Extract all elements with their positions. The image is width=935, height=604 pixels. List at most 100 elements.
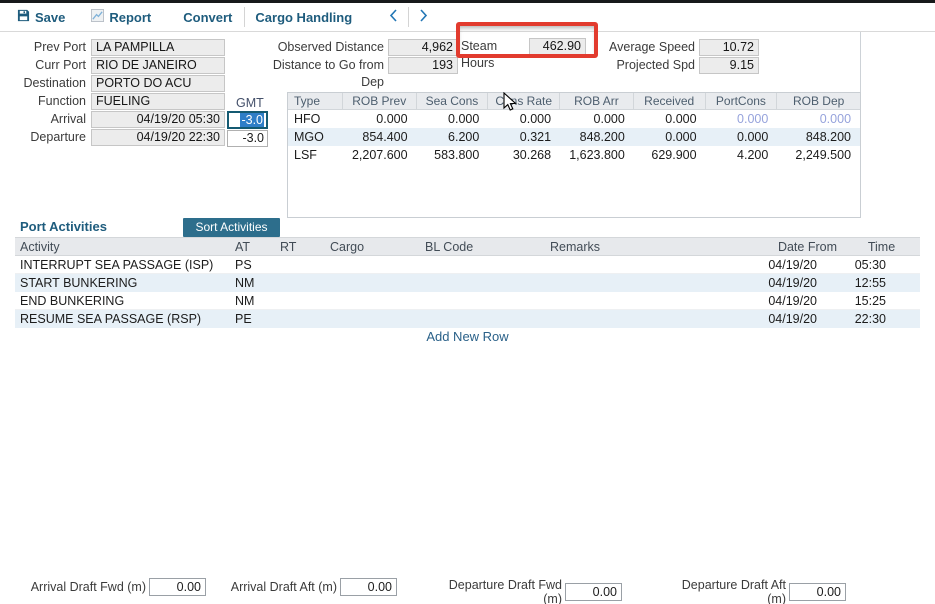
prev-page-button[interactable]	[384, 9, 402, 25]
arrival-draft-fwd-input[interactable]: 0.00	[149, 578, 206, 596]
arrival-field[interactable]: 04/19/20 05:30	[91, 111, 225, 128]
fuel-cell: 30.268	[488, 146, 560, 164]
pane-divider	[860, 32, 861, 93]
projected-spd-field[interactable]: 9.15	[699, 57, 759, 74]
report-button[interactable]: Report	[91, 9, 151, 25]
fuel-cell: 629.900	[634, 146, 706, 164]
time-cell: 22:30	[843, 310, 920, 327]
activity-cell: RESUME SEA PASSAGE (RSP)	[15, 310, 230, 327]
fuel-header-rob-dep[interactable]: ROB Dep	[777, 93, 860, 109]
distance-to-go-field[interactable]: 193	[388, 57, 458, 74]
cargo-cell	[325, 274, 420, 291]
fuel-cell: 848.200	[777, 128, 860, 146]
fuel-type: MGO	[288, 128, 343, 146]
steam-hours-group: Steam Hours 462.90	[461, 38, 586, 72]
destination-field[interactable]: PORTO DO ACU	[91, 75, 225, 92]
time-header[interactable]: Time	[843, 238, 920, 255]
fuel-header-received[interactable]: Received	[634, 93, 706, 109]
fuel-header-cons-rate[interactable]: Cons Rate	[488, 93, 560, 109]
fuel-header-rob-arr[interactable]: ROB Arr	[560, 93, 634, 109]
curr-port-label: Curr Port	[8, 57, 86, 74]
at-cell: PS	[230, 256, 275, 273]
function-row: Function FUELING	[8, 93, 225, 110]
rt-cell	[275, 274, 325, 291]
activity-row[interactable]: INTERRUPT SEA PASSAGE (ISP) PS 04/19/20 …	[15, 256, 920, 274]
port-info-form: Prev Port LA PAMPILLA Curr Port RIO DE J…	[8, 39, 225, 147]
rt-header[interactable]: RT	[275, 238, 325, 255]
save-label: Save	[35, 10, 65, 25]
fuel-cell: 854.400	[343, 128, 417, 146]
curr-port-field[interactable]: RIO DE JANEIRO	[91, 57, 225, 74]
toolbar-separator	[244, 7, 245, 27]
date-from-cell: 04/19/20	[765, 292, 843, 309]
activity-header[interactable]: Activity	[15, 238, 230, 255]
function-field[interactable]: FUELING	[91, 93, 225, 110]
departure-draft-aft-label: Departure Draft Aft (m)	[664, 578, 786, 604]
gmt-arrival-input[interactable]: -3.0	[227, 111, 268, 129]
fuel-cell: 6.200	[417, 128, 489, 146]
fuel-cell: 0.000	[706, 128, 778, 146]
fuel-header-type[interactable]: Type	[288, 93, 343, 109]
date-from-cell: 04/19/20	[765, 256, 843, 273]
fuel-row-lsf[interactable]: LSF 2,207.600 583.800 30.268 1,623.800 6…	[288, 146, 860, 164]
arrival-label: Arrival	[8, 111, 86, 128]
activities-table-header: Activity AT RT Cargo BL Code Remarks Dat…	[15, 237, 920, 256]
fuel-cell: 583.800	[417, 146, 489, 164]
fuel-cell: 0.000	[634, 128, 706, 146]
average-speed-field[interactable]: 10.72	[699, 39, 759, 56]
fuel-header-portcons[interactable]: PortCons	[706, 93, 778, 109]
add-new-row-link[interactable]: Add New Row	[15, 329, 920, 344]
observed-distance-label: Observed Distance	[262, 39, 384, 56]
fuel-row-hfo[interactable]: HFO 0.000 0.000 0.000 0.000 0.000 0.000 …	[288, 110, 860, 128]
projected-spd-group: Projected Spd 9.15	[608, 57, 759, 74]
sort-activities-button[interactable]: Sort Activities	[183, 218, 280, 237]
cargo-cell	[325, 256, 420, 273]
save-icon	[17, 9, 30, 25]
rt-cell	[275, 256, 325, 273]
date-from-cell: 04/19/20	[765, 274, 843, 291]
fuel-header-sea-cons[interactable]: Sea Cons	[417, 93, 489, 109]
date-from-header[interactable]: Date From	[765, 238, 843, 255]
observed-distance-field[interactable]: 4,962	[388, 39, 458, 56]
save-button[interactable]: Save	[17, 9, 65, 25]
toolbar: Save Report Convert Cargo Handling	[0, 3, 935, 32]
arrival-draft-fwd-label: Arrival Draft Fwd (m)	[30, 580, 146, 594]
at-header[interactable]: AT	[230, 238, 275, 255]
cargo-handling-button[interactable]: Cargo Handling	[255, 10, 352, 25]
departure-row: Departure 04/19/20 22:30	[8, 129, 225, 146]
convert-label: Convert	[183, 10, 232, 25]
fuel-cell: 4.200	[706, 146, 778, 164]
departure-draft-fwd-input[interactable]: 0.00	[565, 583, 622, 601]
gmt-departure-input[interactable]: -3.0	[227, 130, 268, 147]
steam-hours-field[interactable]: 462.90	[529, 38, 586, 55]
next-page-button[interactable]	[414, 9, 432, 25]
fuel-header-rob-prev[interactable]: ROB Prev	[343, 93, 417, 109]
destination-label: Destination	[8, 75, 86, 92]
bl-code-cell	[420, 256, 545, 273]
arrival-draft-aft-input[interactable]: 0.00	[340, 578, 397, 596]
function-label: Function	[8, 93, 86, 110]
time-cell: 05:30	[843, 256, 920, 273]
activity-row[interactable]: RESUME SEA PASSAGE (RSP) PE 04/19/20 22:…	[15, 310, 920, 328]
distance-to-go-group: Distance to Go from Dep 193	[262, 57, 458, 91]
report-label: Report	[109, 10, 151, 25]
remarks-header[interactable]: Remarks	[545, 238, 765, 255]
at-cell: PE	[230, 310, 275, 327]
prev-port-field[interactable]: LA PAMPILLA	[91, 39, 225, 56]
activity-row[interactable]: START BUNKERING NM 04/19/20 12:55	[15, 274, 920, 292]
convert-button[interactable]: Convert	[183, 10, 232, 25]
time-cell: 12:55	[843, 274, 920, 291]
gmt-label: GMT	[236, 96, 264, 110]
activity-row[interactable]: END BUNKERING NM 04/19/20 15:25	[15, 292, 920, 310]
fuel-cell: 0.000	[560, 110, 634, 128]
fuel-table-header: Type ROB Prev Sea Cons Cons Rate ROB Arr…	[288, 93, 860, 110]
departure-draft-aft-input[interactable]: 0.00	[789, 583, 846, 601]
departure-field[interactable]: 04/19/20 22:30	[91, 129, 225, 146]
projected-spd-label: Projected Spd	[608, 57, 695, 74]
cargo-header[interactable]: Cargo	[325, 238, 420, 255]
fuel-cell: 848.200	[560, 128, 634, 146]
activities-table: Activity AT RT Cargo BL Code Remarks Dat…	[15, 237, 920, 328]
rt-cell	[275, 292, 325, 309]
fuel-row-mgo[interactable]: MGO 854.400 6.200 0.321 848.200 0.000 0.…	[288, 128, 860, 146]
bl-code-header[interactable]: BL Code	[420, 238, 545, 255]
